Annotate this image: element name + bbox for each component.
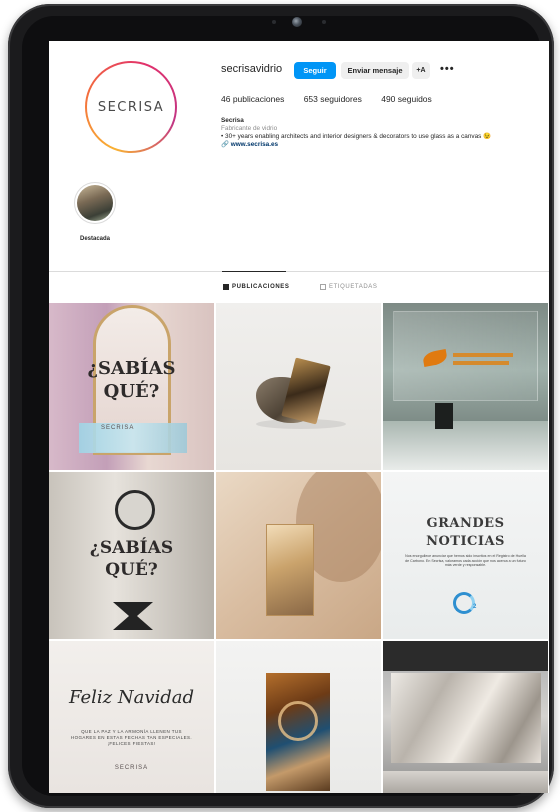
post-headline: NOTICIAS (426, 534, 505, 549)
counter (383, 771, 548, 793)
post-headline: Feliz Navidad (68, 687, 195, 708)
post-tile-resin-panel[interactable] (216, 641, 381, 793)
wall-sign (453, 353, 513, 357)
round-mirror (115, 490, 155, 530)
post-tile-sabias-que[interactable]: ¿SABÍAS QUÉ? SECRISA (49, 303, 214, 470)
ceiling (383, 641, 548, 671)
bio-link-text[interactable]: www.secrisa.es (231, 141, 278, 148)
glass-panel (266, 524, 314, 616)
sculpture-stand (113, 602, 153, 630)
tab-posts-label: PUBLICACIONES (232, 284, 290, 290)
post-tile-feliz-navidad[interactable]: Feliz Navidad QUE LA PAZ Y LA ARMONÍA LL… (49, 641, 214, 793)
post-tile-office-glass[interactable] (383, 303, 548, 470)
post-tile-glass-rock[interactable] (216, 303, 381, 470)
tablet-frame: SECRISA secrisavidrio Seguir Enviar mens… (8, 4, 554, 808)
grid-icon (223, 284, 229, 290)
sensor-dot (272, 20, 276, 24)
followers-count[interactable]: 653 seguidores (304, 94, 362, 104)
post-headline: QUÉ? (105, 560, 158, 580)
tab-tagged[interactable]: ETIQUETADAS (320, 284, 378, 290)
tab-posts[interactable]: PUBLICACIONES (223, 284, 289, 290)
suggested-accounts-button[interactable]: +A (412, 62, 430, 79)
post-tile-marble-store[interactable] (383, 641, 548, 793)
send-message-button[interactable]: Enviar mensaje (341, 62, 409, 79)
post-logo: SECRISA (101, 425, 135, 431)
following-count[interactable]: 490 seguidos (381, 94, 432, 104)
tabs-divider (49, 271, 549, 272)
profile-bio: Secrisa Fabricante de vidrio • 30+ years… (221, 117, 541, 149)
highlight-thumbnail (77, 185, 113, 221)
wood-ring (278, 701, 318, 741)
post-headline: ¿SABÍAS (89, 538, 174, 558)
bio-name: Secrisa (221, 117, 244, 124)
post-body-text: Nos enorgullece anunciar que hemos sido … (405, 554, 526, 568)
instagram-profile-screen: SECRISA secrisavidrio Seguir Enviar mens… (49, 41, 549, 793)
glass-slab (281, 357, 331, 425)
sensor-dot (322, 20, 326, 24)
profile-username: secrisavidrio (221, 63, 283, 75)
posts-count: 46 publicaciones (221, 94, 285, 104)
post-tile-grandes-noticias[interactable]: GRANDES NOTICIAS Nos enorgullece anuncia… (383, 472, 548, 639)
chair (435, 403, 453, 429)
co2-badge-label: 2 (473, 604, 477, 610)
highlight-label: Destacada (79, 236, 111, 242)
co2-badge-icon (453, 592, 475, 614)
post-headline: ¿SABÍAS (87, 358, 176, 379)
tab-tagged-label: ETIQUETADAS (329, 284, 378, 290)
post-body-text: QUE LA PAZ Y LA ARMONÍA LLENEN TUS HOGAR… (70, 729, 193, 746)
bio-category: Fabricante de vidrio (221, 125, 278, 132)
front-camera (292, 17, 302, 27)
bio-text: • 30+ years enabling architects and inte… (221, 133, 492, 140)
wall-sign (453, 361, 509, 365)
post-tile-bronze-glass[interactable] (216, 472, 381, 639)
more-options-icon[interactable]: ••• (440, 63, 455, 75)
post-headline: GRANDES (426, 516, 505, 531)
post-headline: QUÉ? (103, 381, 160, 402)
marble-wall (391, 673, 541, 763)
post-logo: SECRISA (114, 765, 149, 771)
profile-stats: 46 publicaciones 653 seguidores 490 segu… (221, 94, 449, 104)
profile-avatar[interactable]: SECRISA (85, 61, 177, 153)
follow-button[interactable]: Seguir (294, 62, 336, 79)
active-tab-indicator (222, 271, 286, 272)
desk (383, 421, 548, 470)
bio-link[interactable]: 🔗 www.secrisa.es (221, 141, 541, 149)
avatar-logo-text: SECRISA (97, 99, 165, 115)
tagged-icon (320, 284, 326, 290)
post-tile-sabias-que-2[interactable]: ¿SABÍAS QUÉ? (49, 472, 214, 639)
avatar-logo: SECRISA (87, 63, 175, 151)
link-icon: 🔗 (221, 141, 231, 148)
highlight-story[interactable] (74, 182, 116, 224)
